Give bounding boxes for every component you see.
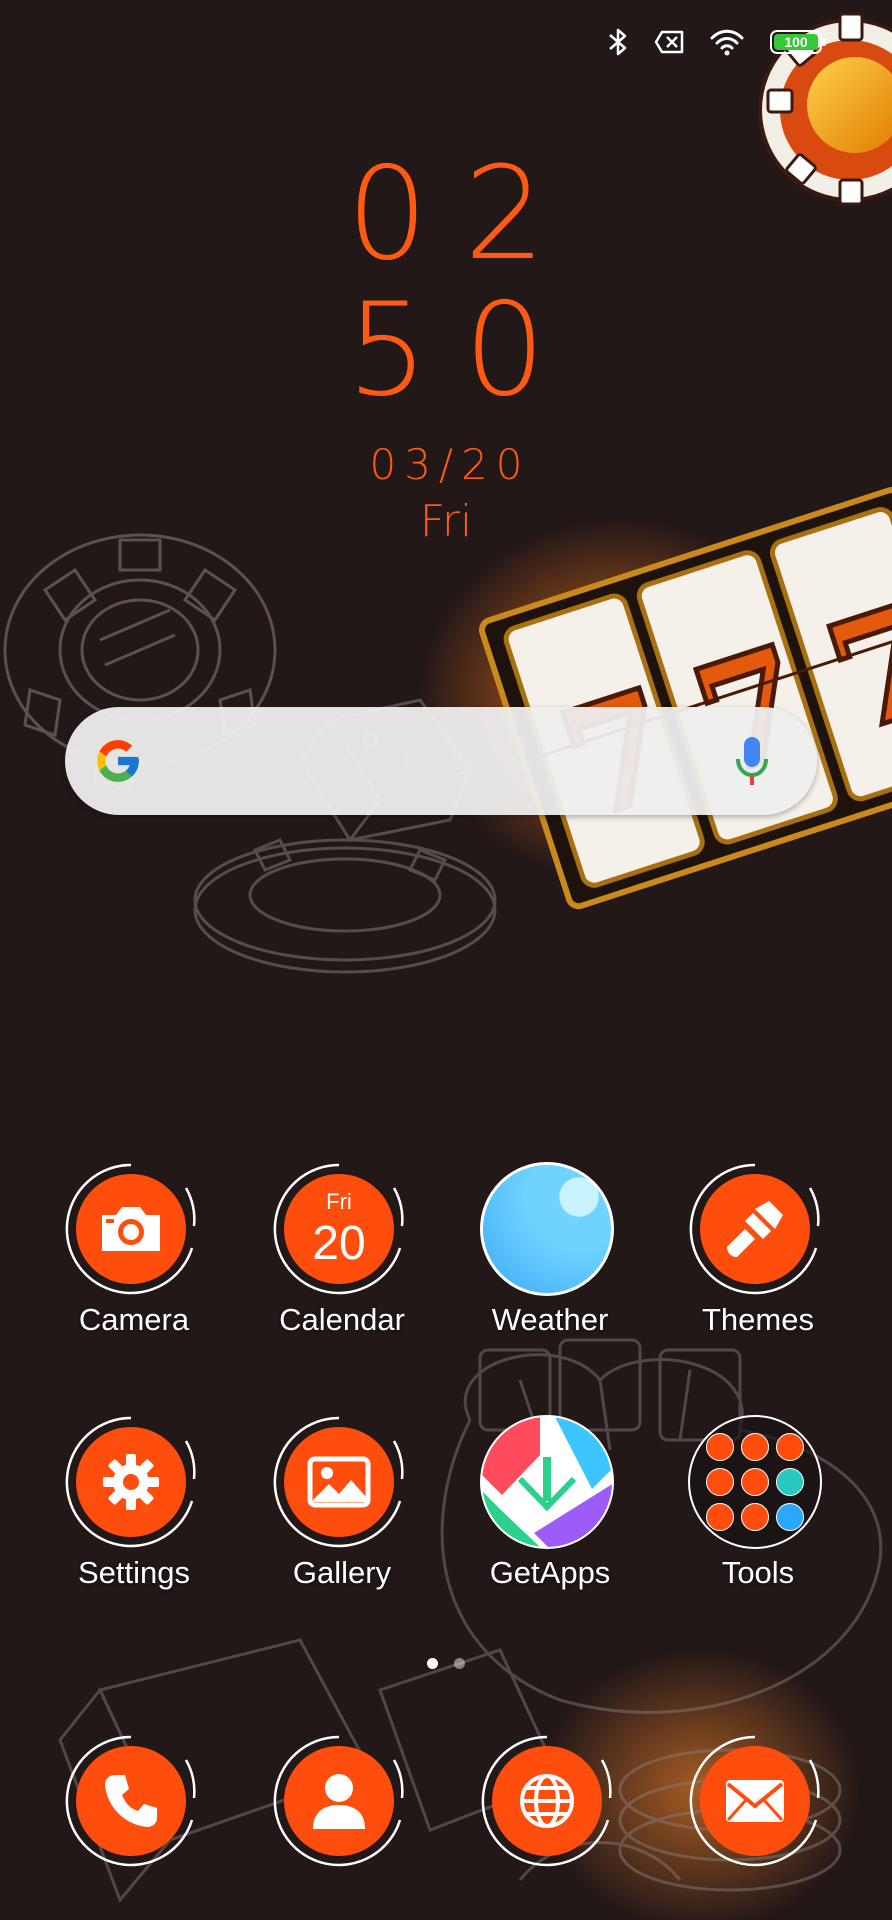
icon-disc	[76, 1746, 186, 1856]
icon-disc	[492, 1746, 602, 1856]
compass-icon	[741, 1503, 769, 1531]
app-calendar[interactable]: Fri 20 Calendar	[238, 1162, 446, 1352]
downloads-icon	[706, 1503, 734, 1531]
clock-hour[interactable]: 02	[0, 140, 892, 290]
microphone-icon[interactable]	[735, 735, 769, 787]
scanner-icon	[741, 1468, 769, 1496]
page-dot[interactable]	[454, 1658, 465, 1669]
icon-disc	[284, 1427, 394, 1537]
paintbrush-icon	[727, 1201, 783, 1257]
gear-icon	[103, 1454, 159, 1510]
calendar-icon: Fri 20	[284, 1174, 394, 1284]
google-search-bar[interactable]	[65, 707, 817, 815]
dock-phone[interactable]	[64, 1734, 198, 1868]
picture-icon	[307, 1456, 371, 1508]
bluetooth-icon	[609, 28, 627, 56]
clock-day[interactable]: Fri	[0, 496, 892, 548]
app-weather[interactable]: Weather	[446, 1162, 654, 1352]
icon-disc	[76, 1174, 186, 1284]
recorder-icon	[706, 1468, 734, 1496]
app-icon-circle	[688, 1415, 822, 1549]
app-label: Settings	[77, 1555, 190, 1590]
wifi-icon	[710, 29, 744, 56]
app-label: Weather	[491, 1302, 609, 1337]
app-label: Tools	[721, 1555, 795, 1590]
contacts-icon	[313, 1774, 365, 1829]
clock-minute[interactable]: 50	[0, 276, 892, 426]
radio-icon	[776, 1433, 804, 1461]
app-icon-circle	[480, 1162, 614, 1296]
icon-disc	[700, 1174, 810, 1284]
app-label: Calendar	[279, 1302, 405, 1337]
app-camera[interactable]: Camera	[30, 1162, 238, 1352]
weather-icon	[480, 1162, 614, 1296]
clock-date[interactable]: 03/20	[0, 440, 892, 490]
cleaner-icon	[776, 1503, 804, 1531]
app-gallery[interactable]: Gallery	[238, 1415, 446, 1605]
icon-disc	[284, 1746, 394, 1856]
clock-icon	[741, 1433, 769, 1461]
messages-icon	[726, 1780, 784, 1822]
app-icon-circle	[272, 1415, 406, 1549]
browser-icon	[520, 1774, 574, 1828]
screen-recorder-icon	[776, 1468, 804, 1496]
app-label: Camera	[78, 1302, 190, 1337]
page-indicator	[0, 1658, 892, 1669]
page-dot-active[interactable]	[427, 1658, 438, 1669]
app-icon-circle	[64, 1415, 198, 1549]
app-settings[interactable]: Settings	[30, 1415, 238, 1605]
app-label: GetApps	[489, 1555, 611, 1590]
app-icon-circle: Fri 20	[272, 1162, 406, 1296]
calendar-day: Fri	[326, 1189, 352, 1214]
tools-folder-grid	[706, 1433, 804, 1531]
phone-icon	[105, 1775, 157, 1827]
no-sim-icon	[654, 30, 684, 54]
dock-browser[interactable]	[480, 1734, 614, 1868]
app-icon-circle	[64, 1162, 198, 1296]
app-label: Themes	[702, 1302, 814, 1337]
calendar-date: 20	[312, 1217, 366, 1270]
dock-contacts[interactable]	[272, 1734, 406, 1868]
icon-disc	[700, 1746, 810, 1856]
app-getapps[interactable]: GetApps	[446, 1415, 654, 1605]
dock-messages[interactable]	[688, 1734, 822, 1868]
battery-level: 100	[784, 34, 808, 50]
google-logo	[97, 740, 139, 782]
battery-icon: 100	[770, 30, 826, 54]
status-bar: 100	[608, 24, 826, 60]
app-icon-circle	[688, 1162, 822, 1296]
icon-disc	[76, 1427, 186, 1537]
app-themes[interactable]: Themes	[654, 1162, 862, 1352]
app-icon-circle	[480, 1415, 614, 1549]
getapps-icon	[480, 1415, 614, 1549]
app-label: Gallery	[292, 1555, 392, 1590]
app-tools-folder[interactable]: Tools	[654, 1415, 862, 1605]
calculator-icon	[706, 1433, 734, 1461]
camera-icon	[102, 1207, 160, 1251]
